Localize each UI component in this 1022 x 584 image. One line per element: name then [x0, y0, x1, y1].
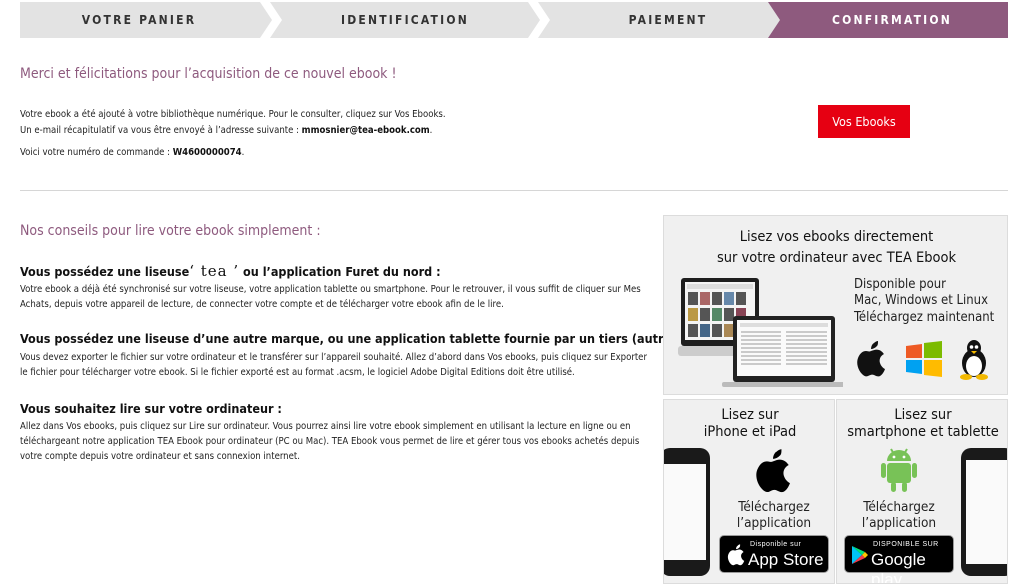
- order-number-line: Voici votre numéro de commande : W460000…: [20, 145, 244, 161]
- advice-s3-text: Allez dans Vos ebooks, puis cliquez sur …: [20, 421, 640, 462]
- step-identification[interactable]: IDENTIFICATION: [270, 2, 540, 38]
- tea-logo: ‘ tea ’: [189, 262, 240, 280]
- desktop-app-promo[interactable]: Lisez vos ebooks directement sur votre o…: [663, 215, 1008, 395]
- app-store-small-text: Disponible sur: [750, 541, 802, 548]
- google-play-big-text: Google play: [871, 550, 926, 584]
- google-play-small-text: DISPONIBLE SUR: [873, 541, 939, 548]
- promo-desktop-available-2: Mac, Windows et Linux: [854, 293, 989, 308]
- promo-desktop-title-2: sur votre ordinateur avec TEA Ebook: [716, 250, 957, 266]
- advice-s3-title: Vous souhaitez lire sur votre ordinateur…: [20, 401, 282, 416]
- app-store-badge[interactable]: Disponible sur App Store: [719, 535, 829, 573]
- promo-ios-download-2[interactable]: l’application: [724, 515, 824, 531]
- order-number: W4600000074: [172, 147, 242, 158]
- advice-s2-text: Vous devez exporter le fichier sur votre…: [20, 352, 647, 378]
- advice-s1-text: Votre ebook a déjà été synchronisé sur v…: [20, 284, 641, 310]
- step-label: CONFIRMATION: [832, 13, 952, 27]
- android-phone-illustration: [961, 448, 1007, 576]
- promo-ios-download-1[interactable]: Téléchargez: [724, 499, 824, 515]
- promo-android-title-2: smartphone et tablette: [847, 424, 999, 440]
- step-paiement[interactable]: PAIEMENT: [538, 2, 790, 38]
- step-label: IDENTIFICATION: [341, 13, 469, 27]
- section-divider: [20, 190, 1008, 191]
- promo-desktop-available-1: Disponible pour: [854, 277, 946, 292]
- advice-s1-title: Vous possédez une liseuse‘ tea ’ ou l’ap…: [20, 262, 441, 280]
- step-confirmation: CONFIRMATION: [768, 2, 1008, 38]
- google-play-icon: [852, 546, 868, 564]
- google-play-badge[interactable]: DISPONIBLE SUR Google play: [844, 535, 954, 583]
- confirmation-line2: Un e-mail récapitulatif va vous être env…: [20, 123, 432, 139]
- promo-android-download-1[interactable]: Téléchargez: [849, 499, 949, 515]
- email-prefix: Un e-mail récapitulatif va vous être env…: [20, 125, 302, 136]
- ios-app-promo[interactable]: Lisez sur iPhone et iPad Téléchargez l’a…: [663, 399, 835, 584]
- promo-desktop-download-link[interactable]: Téléchargez maintenant: [854, 310, 994, 326]
- checkout-steps: VOTRE PANIER IDENTIFICATION PAIEMENT CON…: [20, 2, 1008, 38]
- step-label: VOTRE PANIER: [81, 13, 197, 27]
- android-icon: [881, 448, 917, 492]
- advice-s1-title-b: ou l’application Furet du nord :: [239, 264, 441, 279]
- linux-icon[interactable]: [956, 338, 992, 380]
- app-store-big-text: App Store: [748, 550, 824, 569]
- email-suffix: .: [429, 125, 433, 136]
- step-votre-panier[interactable]: VOTRE PANIER: [20, 2, 272, 38]
- order-prefix: Voici votre numéro de commande :: [20, 147, 173, 158]
- apple-icon: [727, 544, 745, 566]
- confirmation-title: Merci et félicitations pour l’acquisitio…: [20, 66, 397, 82]
- apple-icon: [756, 449, 790, 493]
- apple-icon[interactable]: [854, 340, 888, 378]
- advice-s1-title-a: Vous possédez une liseuse: [20, 264, 190, 279]
- iphone-illustration: [664, 448, 710, 576]
- android-app-promo[interactable]: Lisez sur smartphone et tablette Télécha…: [836, 399, 1008, 584]
- order-suffix: .: [241, 147, 245, 158]
- email-address: mmosnier@tea-ebook.com: [301, 125, 430, 136]
- promo-desktop-title-1: Lisez vos ebooks directement: [739, 229, 934, 245]
- promo-ios-title-2: iPhone et iPad: [703, 424, 797, 440]
- promo-android-download-2[interactable]: l’application: [849, 515, 949, 531]
- windows-icon[interactable]: [904, 341, 944, 377]
- confirmation-line1: Votre ebook a été ajouté à votre bibliot…: [20, 109, 446, 120]
- step-label: PAIEMENT: [628, 13, 708, 27]
- devices-illustration: [678, 278, 843, 387]
- advice-title: Nos conseils pour lire votre ebook simpl…: [20, 223, 321, 239]
- vos-ebooks-button[interactable]: Vos Ebooks: [818, 105, 910, 138]
